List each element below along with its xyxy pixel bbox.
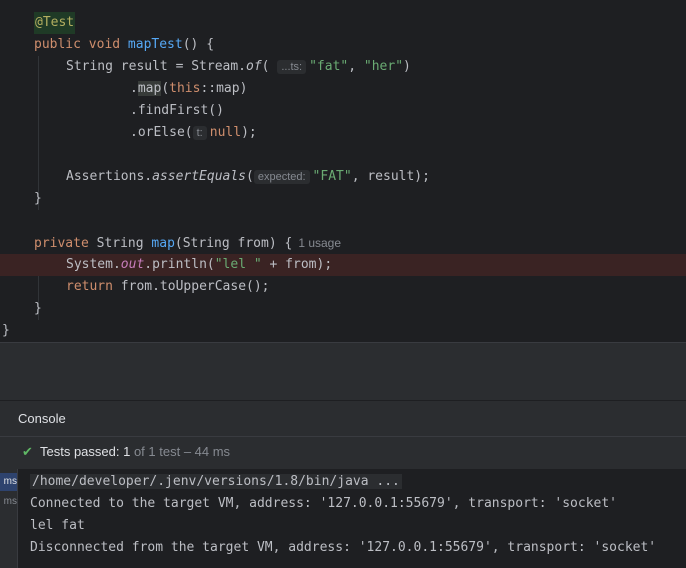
- code-text: (: [261, 59, 270, 74]
- code-line: @Test: [0, 12, 686, 34]
- method-name: mapTest: [127, 37, 183, 52]
- usage-hint-link[interactable]: 1 usage: [298, 236, 341, 250]
- string-literal: "lel ": [214, 257, 262, 272]
- console-line: Disconnected from the target VM, address…: [30, 540, 657, 555]
- code-text: .findFirst(): [130, 103, 224, 118]
- code-line: }: [0, 188, 686, 210]
- method-call: assertEquals: [152, 169, 247, 184]
- string-literal: "fat": [309, 59, 349, 74]
- keyword: private: [34, 236, 97, 251]
- method-call: map: [137, 81, 162, 96]
- method-name: map: [151, 236, 175, 251]
- code-line: Assertions.assertEquals(expected: "FAT", …: [0, 166, 686, 188]
- console-line: Connected to the target VM, address: '12…: [30, 496, 617, 511]
- keyword: public void: [34, 37, 128, 52]
- code-text: }: [34, 191, 42, 206]
- test-tree-item[interactable]: ms: [0, 493, 17, 511]
- status-detail: of 1 test – 44 ms: [130, 444, 231, 459]
- string-literal: "FAT": [312, 169, 352, 184]
- code-text: .orElse(: [130, 125, 193, 140]
- keyword: return: [66, 279, 121, 294]
- code-text: (: [161, 81, 170, 96]
- code-text: String result = Stream.: [66, 59, 247, 74]
- code-text: from.toUpperCase();: [120, 279, 270, 294]
- command-line-folded[interactable]: /home/developer/.jenv/versions/1.8/bin/j…: [30, 474, 402, 489]
- code-text: () {: [182, 37, 215, 52]
- console-line: lel fat: [30, 518, 85, 533]
- code-text: ): [403, 59, 411, 74]
- tool-window-header: Console: [0, 400, 686, 438]
- code-line: return from.toUpperCase();: [0, 276, 686, 298]
- annotation-test: @Test: [34, 12, 76, 34]
- code-text: System.: [66, 257, 121, 272]
- code-text: (String from) {: [174, 236, 293, 251]
- test-status-text: Tests passed: 1 of 1 test – 44 ms: [40, 437, 230, 467]
- code-text: );: [241, 125, 257, 140]
- panel-splitter[interactable]: [0, 342, 686, 401]
- tab-console[interactable]: Console: [6, 401, 78, 438]
- console-output[interactable]: ms ms /home/developer/.jenv/versions/1.8…: [0, 469, 686, 568]
- code-text: String: [96, 236, 152, 251]
- code-text: , result);: [351, 169, 430, 184]
- code-text: + from);: [261, 257, 333, 272]
- parameter-hint: ...ts:: [277, 60, 307, 74]
- keyword: null: [209, 125, 242, 140]
- test-status-bar: ✔ Tests passed: 1 of 1 test – 44 ms: [0, 436, 686, 470]
- breakpoint-line: System.out.println("lel " + from);: [0, 254, 686, 276]
- status-label: Tests passed:: [40, 444, 124, 459]
- console-line: /home/developer/.jenv/versions/1.8/bin/j…: [30, 471, 402, 493]
- code-text: ,: [348, 59, 364, 74]
- code-line: .orElse(t: null);: [0, 122, 686, 144]
- code-line: .findFirst(): [0, 100, 686, 122]
- code-line: .map(this::map): [0, 78, 686, 100]
- code-text: Assertions.: [66, 169, 153, 184]
- code-text: .: [130, 81, 138, 96]
- code-text: ::map): [200, 81, 248, 96]
- test-tree-gutter: ms ms: [0, 469, 18, 568]
- test-tree-item[interactable]: ms: [0, 473, 17, 491]
- code-line: public void mapTest() {: [0, 34, 686, 56]
- parameter-hint: expected:: [253, 170, 310, 184]
- code-text: (: [246, 169, 254, 184]
- code-text: .println(: [144, 257, 215, 272]
- code-line: }: [0, 298, 686, 320]
- code-line: private String map(String from) { 1 usage: [0, 232, 686, 254]
- keyword: this: [169, 81, 201, 96]
- string-literal: "her": [363, 59, 404, 74]
- code-line: }: [0, 320, 686, 342]
- parameter-hint: t:: [192, 126, 207, 140]
- method-call: of: [246, 59, 262, 74]
- check-icon: ✔: [22, 444, 33, 459]
- code-editor[interactable]: @Test public void mapTest() { String res…: [0, 0, 686, 342]
- static-field: out: [120, 257, 145, 272]
- code-line: String result = Stream.of( ...ts: "fat", …: [0, 56, 686, 78]
- code-text: }: [34, 301, 42, 316]
- code-text: }: [2, 323, 10, 338]
